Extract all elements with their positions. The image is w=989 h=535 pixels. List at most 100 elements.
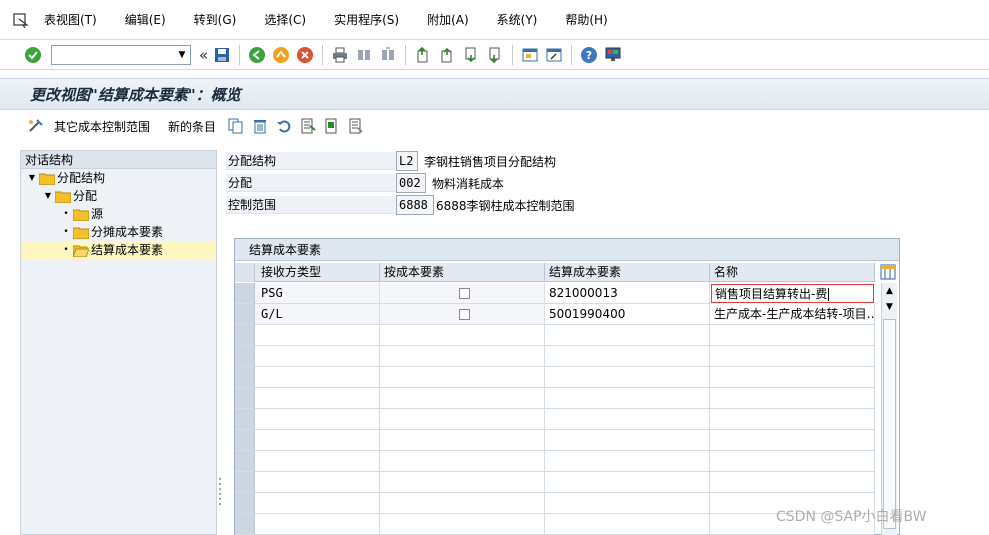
- select-all-icon[interactable]: [298, 116, 318, 136]
- row-selector[interactable]: [235, 304, 255, 325]
- field-description: 物料消耗成本: [432, 176, 505, 191]
- menu-utilities[interactable]: 实用程序(S): [332, 9, 401, 30]
- menu-help[interactable]: 帮助(H): [563, 9, 609, 30]
- find-icon[interactable]: [353, 44, 375, 66]
- row-selector[interactable]: [235, 283, 255, 304]
- receiver-type-cell[interactable]: PSG: [255, 283, 380, 304]
- name-cell[interactable]: 生产成本-生产成本结转-项目…: [710, 304, 875, 325]
- row-selector[interactable]: [235, 346, 255, 367]
- command-field[interactable]: ▼: [51, 44, 191, 65]
- empty-cell: [380, 325, 545, 346]
- exit-icon[interactable]: [270, 44, 292, 66]
- first-page-icon[interactable]: [412, 44, 434, 66]
- select-block-icon[interactable]: [322, 116, 342, 136]
- watermark: CSDN @SAP小白看BW: [776, 509, 927, 525]
- empty-cell: [545, 346, 710, 367]
- deselect-all-icon[interactable]: [346, 116, 366, 136]
- expanded-triangle-icon[interactable]: ▼: [43, 187, 53, 205]
- cancel-icon[interactable]: [294, 44, 316, 66]
- next-page-icon[interactable]: [460, 44, 482, 66]
- enter-check-icon[interactable]: [22, 44, 44, 66]
- scroll-up-icon[interactable]: ▲: [882, 283, 897, 299]
- row-selector[interactable]: [235, 472, 255, 493]
- by-cost-element-checkbox[interactable]: [458, 288, 470, 299]
- menu-system[interactable]: 系统(Y): [495, 9, 540, 30]
- print-icon[interactable]: [329, 44, 351, 66]
- empty-cell: [710, 472, 875, 493]
- row-selector[interactable]: [235, 325, 255, 346]
- empty-cell: [545, 514, 710, 535]
- change-area-icon[interactable]: [26, 116, 46, 136]
- empty-cell: [255, 367, 380, 388]
- new-session-icon[interactable]: [519, 44, 541, 66]
- folder-icon: [54, 190, 72, 204]
- delete-icon[interactable]: [250, 116, 270, 136]
- back-icon[interactable]: [246, 44, 268, 66]
- customize-layout-icon[interactable]: [602, 44, 624, 66]
- help-icon[interactable]: ?: [578, 44, 600, 66]
- tree-node-settlement-cost-elements[interactable]: • 结算成本要素: [21, 241, 216, 259]
- receiver-type-cell[interactable]: G/L: [255, 304, 380, 325]
- collapse-chevron-icon[interactable]: «: [199, 46, 208, 64]
- select-all-rows-button[interactable]: [235, 263, 255, 282]
- empty-cell: [255, 388, 380, 409]
- menu-goto[interactable]: 转到(G): [192, 9, 239, 30]
- name-cell[interactable]: 销售项目结算转出-费: [710, 283, 875, 304]
- allocation-field[interactable]: 002: [396, 173, 426, 193]
- tree-node-allocation-cost-elements[interactable]: • 分摊成本要素: [21, 223, 216, 241]
- table-row: [235, 367, 875, 388]
- column-header-receiver-type[interactable]: 接收方类型: [255, 263, 380, 282]
- row-selector[interactable]: [235, 367, 255, 388]
- field-row-allocation-structure: 分配结构 L2 李钢柱销售项目分配结构: [226, 151, 556, 171]
- table-settings-icon[interactable]: [879, 263, 897, 281]
- standard-toolbar: ▼ « ?: [0, 40, 989, 70]
- last-page-icon[interactable]: [484, 44, 506, 66]
- menu-table-view[interactable]: 表视图(T): [42, 9, 99, 30]
- shortcut-icon[interactable]: [543, 44, 565, 66]
- row-selector[interactable]: [235, 409, 255, 430]
- allocation-structure-field[interactable]: L2: [396, 151, 418, 171]
- by-cost-element-cell: [380, 304, 545, 325]
- empty-cell: [380, 388, 545, 409]
- scrollbar-thumb[interactable]: [883, 319, 896, 529]
- find-next-icon[interactable]: [377, 44, 399, 66]
- row-selector[interactable]: [235, 451, 255, 472]
- scroll-down-icon[interactable]: ▼: [882, 299, 897, 315]
- menu-selection[interactable]: 选择(C): [262, 9, 308, 30]
- controlling-area-field[interactable]: 6888: [396, 195, 434, 215]
- window-menu-icon[interactable]: [10, 9, 32, 31]
- name-cell-text: 销售项目结算转出-费: [715, 287, 828, 301]
- undo-icon[interactable]: [274, 116, 294, 136]
- table-row: [235, 430, 875, 451]
- tree-node-source[interactable]: • 源: [21, 205, 216, 223]
- empty-cell: [255, 325, 380, 346]
- table-row: [235, 346, 875, 367]
- tree-node-allocation-structure[interactable]: ▼ 分配结构: [21, 169, 216, 187]
- menu-edit[interactable]: 编辑(E): [123, 9, 168, 30]
- chevron-down-icon[interactable]: ▼: [174, 46, 190, 64]
- menu-extras[interactable]: 附加(A): [425, 9, 471, 30]
- splitter-handle[interactable]: [218, 476, 222, 506]
- column-header-by-cost-element[interactable]: 按成本要素: [380, 263, 545, 282]
- empty-cell: [380, 493, 545, 514]
- vertical-scrollbar[interactable]: ▲ ▼: [881, 283, 897, 535]
- new-entries-button[interactable]: 新的条目: [168, 118, 216, 135]
- folder-icon: [38, 172, 56, 186]
- row-selector[interactable]: [235, 514, 255, 535]
- row-selector[interactable]: [235, 388, 255, 409]
- row-selector[interactable]: [235, 430, 255, 451]
- column-header-settlement-cost-element[interactable]: 结算成本要素: [545, 263, 710, 282]
- empty-cell: [545, 409, 710, 430]
- settlement-cost-element-input[interactable]: 5001990400: [545, 304, 710, 325]
- column-header-name[interactable]: 名称: [710, 263, 875, 282]
- row-selector[interactable]: [235, 493, 255, 514]
- previous-page-icon[interactable]: [436, 44, 458, 66]
- tree-node-allocation[interactable]: ▼ 分配: [21, 187, 216, 205]
- other-controlling-area-button[interactable]: 其它成本控制范围: [54, 118, 150, 135]
- expanded-triangle-icon[interactable]: ▼: [27, 169, 37, 187]
- settlement-cost-element-input[interactable]: 821000013: [545, 283, 710, 304]
- save-icon[interactable]: [211, 44, 233, 66]
- by-cost-element-checkbox[interactable]: [458, 309, 470, 320]
- empty-cell: [710, 346, 875, 367]
- copy-icon[interactable]: [226, 116, 246, 136]
